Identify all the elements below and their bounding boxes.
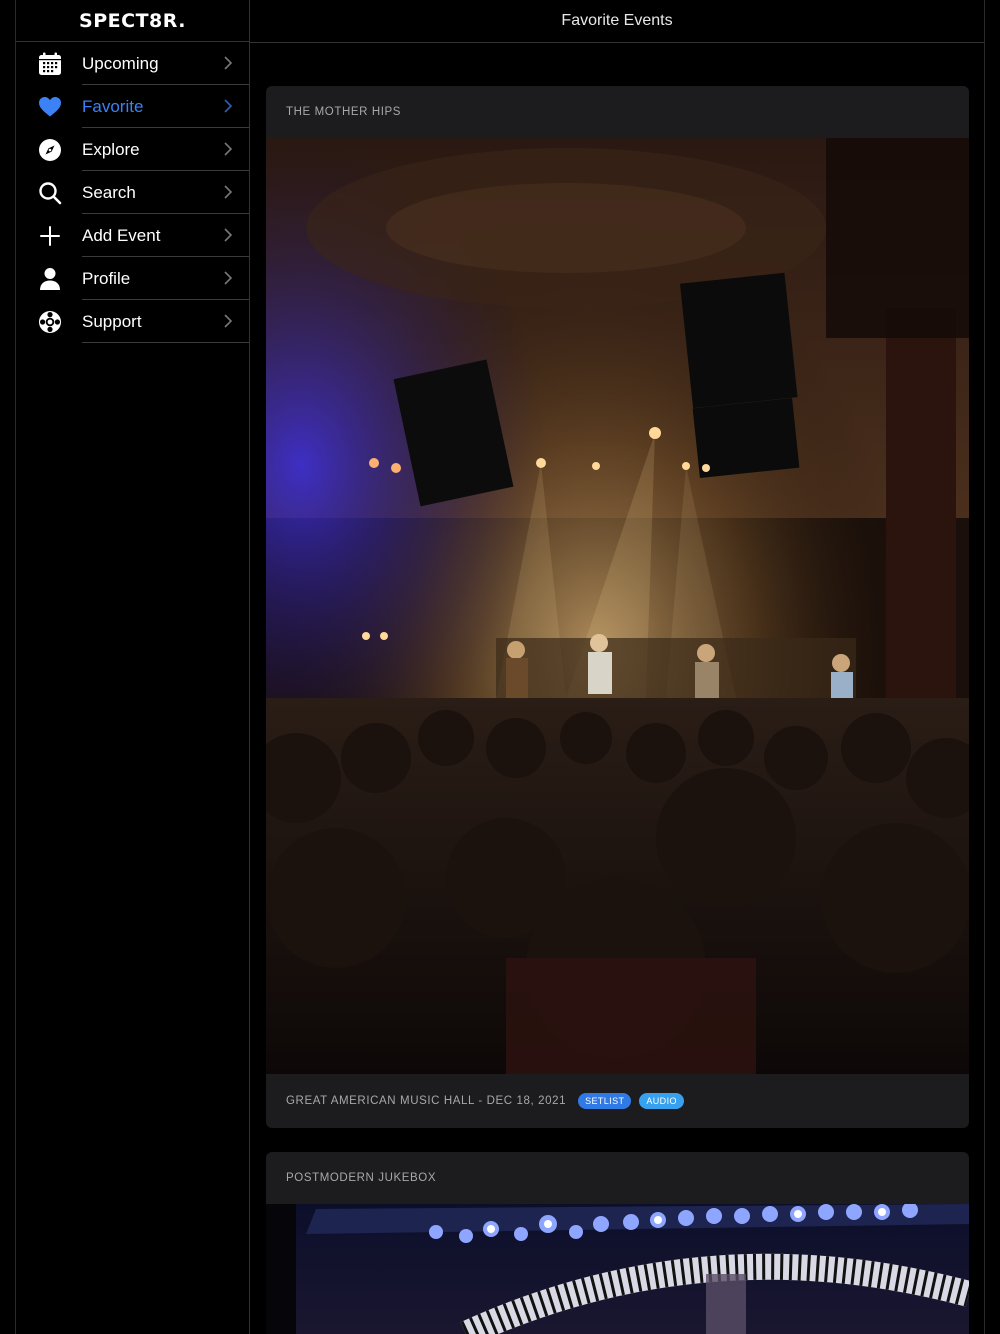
setlist-badge: SETLIST: [578, 1093, 632, 1109]
right-gutter: [984, 0, 1000, 1334]
plus-icon: [37, 223, 63, 249]
event-title: THE MOTHER HIPS: [286, 106, 402, 118]
sidebar-item-label: Search: [82, 183, 136, 202]
chevron-right-icon: [224, 228, 233, 242]
chevron-right-icon: [224, 142, 233, 156]
audio-badge: AUDIO: [639, 1093, 684, 1109]
sidebar-item-label: Support: [82, 312, 142, 331]
sidebar-item-favorite[interactable]: Favorite: [16, 85, 249, 128]
sidebar-item-upcoming[interactable]: Upcoming: [16, 42, 249, 85]
event-photo[interactable]: [266, 1204, 969, 1334]
chevron-right-icon: [224, 99, 233, 113]
left-gutter: [0, 0, 16, 1334]
sidebar-item-label: Add Event: [82, 226, 161, 245]
event-card[interactable]: POSTMODERN JUKEBOX: [266, 1152, 969, 1334]
sidebar-item-label: Profile: [82, 269, 131, 288]
event-venue-date: GREAT AMERICAN MUSIC HALL - DEC 18, 2021: [286, 1095, 567, 1107]
divider: [82, 342, 249, 343]
brand-bar: SPECT8R.: [16, 0, 249, 42]
event-photo[interactable]: [266, 138, 969, 1074]
sidebar-item-explore[interactable]: Explore: [16, 128, 249, 171]
compass-icon: [37, 137, 63, 163]
sidebar-item-search[interactable]: Search: [16, 171, 249, 214]
chevron-right-icon: [224, 314, 233, 328]
lifebuoy-icon: [37, 309, 63, 335]
sidebar-item-label: Favorite: [82, 97, 144, 116]
top-bar: Favorite Events: [250, 0, 984, 43]
heart-icon: [37, 94, 63, 120]
chevron-right-icon: [224, 185, 233, 199]
search-icon: [37, 180, 63, 206]
event-footer: GREAT AMERICAN MUSIC HALL - DEC 18, 2021…: [266, 1074, 969, 1128]
app-logo: SPECT8R.: [79, 9, 186, 32]
sidebar-item-label: Explore: [82, 140, 140, 159]
chevron-right-icon: [224, 56, 233, 70]
sidebar-item-label: Upcoming: [82, 54, 159, 73]
calendar-icon: [37, 51, 63, 77]
event-card[interactable]: THE MOTHER HIPS GREAT AMERICAN MUSIC HAL…: [266, 86, 969, 1128]
sidebar-item-support[interactable]: Support: [16, 300, 249, 343]
chevron-right-icon: [224, 271, 233, 285]
page-title: Favorite Events: [561, 12, 673, 29]
person-icon: [37, 266, 63, 292]
sidebar-item-profile[interactable]: Profile: [16, 257, 249, 300]
sidebar: SPECT8R. Upcoming Favorite Explore Searc…: [16, 0, 250, 1334]
event-title: POSTMODERN JUKEBOX: [286, 1172, 437, 1184]
sidebar-item-add-event[interactable]: Add Event: [16, 214, 249, 257]
